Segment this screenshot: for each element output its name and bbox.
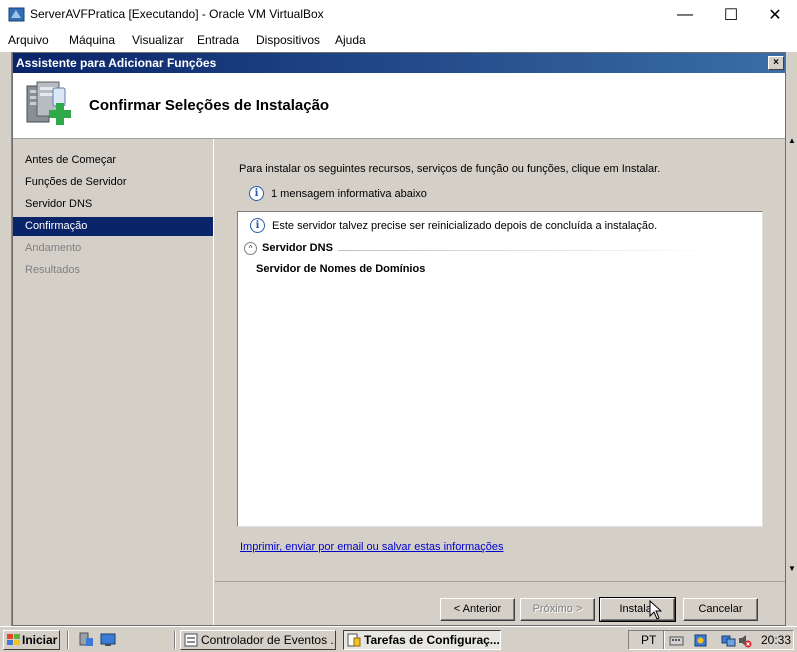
host-window-title: ServerAVFPratica [Executando] - Oracle V…: [30, 7, 324, 21]
section-divider: [338, 250, 718, 251]
print-email-save-link[interactable]: Imprimir, enviar por email ou salvar est…: [240, 541, 503, 553]
message-count-text: 1 mensagem informativa abaixo: [271, 188, 427, 200]
task-configuration-tasks[interactable]: Tarefas de Configuraç...: [343, 630, 501, 650]
menu-maquina[interactable]: Máquina: [69, 33, 115, 47]
cancel-button[interactable]: Cancelar: [683, 598, 758, 621]
scroll-down-arrow-icon[interactable]: ▼: [787, 564, 797, 576]
maximize-button[interactable]: ☐: [708, 0, 754, 30]
clock[interactable]: 20:33: [761, 633, 791, 647]
menu-entrada[interactable]: Entrada: [197, 33, 239, 47]
windows-flag-icon: [7, 634, 20, 645]
start-label: Iniciar: [22, 633, 58, 647]
mouse-cursor-icon: [649, 600, 662, 620]
menu-ajuda[interactable]: Ajuda: [335, 33, 366, 47]
start-button[interactable]: Iniciar: [3, 630, 60, 650]
host-titlebar: ServerAVFPratica [Executando] - Oracle V…: [0, 0, 797, 30]
system-tray: PT 20:33: [628, 630, 794, 650]
guest-screen: ▲ ▼ Assistente para Adicionar Funções × …: [0, 52, 797, 652]
nav-step-funcoes-de-servidor[interactable]: Funções de Servidor: [13, 173, 213, 192]
task-event-viewer[interactable]: Controlador de Eventos ...: [180, 630, 336, 650]
nav-step-confirmacao[interactable]: Confirmação: [13, 217, 213, 236]
taskbar-separator: [67, 631, 69, 649]
scroll-up-arrow-icon[interactable]: ▲: [787, 136, 797, 148]
nav-step-servidor-dns[interactable]: Servidor DNS: [13, 195, 213, 214]
tray-separator: [663, 631, 665, 649]
background-window-edge: [0, 52, 12, 626]
section-item-servidor-de-nomes: Servidor de Nomes de Domínios: [256, 263, 426, 275]
minimize-button[interactable]: —: [662, 0, 708, 30]
install-button[interactable]: Instalar: [599, 597, 676, 622]
task-label: Controlador de Eventos ...: [201, 633, 336, 647]
menu-arquivo[interactable]: Arquivo: [8, 33, 49, 47]
configuration-tasks-icon: [347, 633, 361, 647]
keyboard-icon[interactable]: [669, 633, 684, 648]
server-add-icon: [26, 81, 71, 125]
wizard-header: Confirmar Seleções de Instalação: [13, 73, 785, 139]
intro-text: Para instalar os seguintes recursos, ser…: [239, 163, 661, 175]
selection-details-panel[interactable]: i Este servidor talvez precise ser reini…: [237, 211, 763, 527]
menu-dispositivos[interactable]: Dispositivos: [256, 33, 320, 47]
next-button: Próximo >: [520, 598, 595, 621]
wizard-title: Assistente para Adicionar Funções: [16, 56, 217, 70]
info-icon: i: [249, 186, 264, 201]
nav-step-andamento: Andamento: [25, 242, 82, 254]
language-indicator[interactable]: PT: [641, 633, 656, 647]
nav-step-antes-de-comecar[interactable]: Antes de Começar: [13, 151, 213, 170]
task-label: Tarefas de Configuraç...: [364, 633, 500, 647]
wizard-footer: < Anterior Próximo > Instalar Cancelar: [215, 581, 785, 625]
wizard-steps-nav: Antes de Começar Funções de Servidor Ser…: [13, 139, 214, 625]
info-icon: i: [250, 218, 265, 233]
page-title: Confirmar Seleções de Instalação: [89, 97, 330, 114]
nav-step-resultados: Resultados: [25, 264, 81, 276]
section-title-servidor-dns: Servidor DNS: [262, 242, 333, 254]
close-button[interactable]: ✕: [752, 0, 797, 30]
host-menubar: Arquivo Máquina Visualizar Entrada Dispo…: [0, 30, 797, 52]
wizard-close-button[interactable]: ×: [768, 56, 784, 70]
network-icon[interactable]: [721, 633, 736, 648]
taskbar-separator: [174, 631, 176, 649]
previous-button[interactable]: < Anterior: [440, 598, 515, 621]
security-icon[interactable]: [693, 633, 708, 648]
server-manager-icon[interactable]: [78, 632, 94, 647]
show-desktop-icon[interactable]: [100, 632, 116, 647]
taskbar: Iniciar Controlador de Eventos ... Taref…: [0, 626, 797, 652]
menu-visualizar[interactable]: Visualizar: [132, 33, 184, 47]
virtualbox-icon: [8, 7, 25, 22]
wizard-content: Para instalar os seguintes recursos, ser…: [215, 139, 785, 581]
wizard-titlebar: Assistente para Adicionar Funções ×: [13, 53, 785, 73]
event-viewer-icon: [184, 633, 198, 647]
restart-warning-text: Este servidor talvez precise ser reinici…: [272, 220, 658, 232]
add-roles-wizard: Assistente para Adicionar Funções × Conf…: [12, 52, 786, 626]
volume-muted-icon[interactable]: [737, 633, 752, 648]
collapse-chevron-icon[interactable]: ^: [244, 242, 257, 255]
